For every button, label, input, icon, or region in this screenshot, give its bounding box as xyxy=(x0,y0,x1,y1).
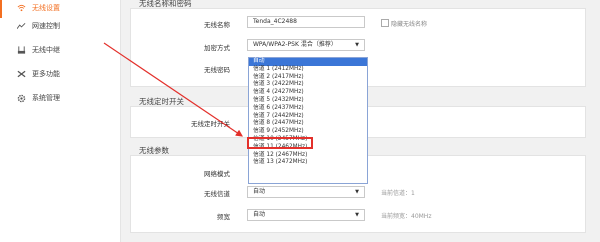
chevron-down-icon: ▼ xyxy=(355,189,359,195)
hide-ssid-label: 隐藏无线名称 xyxy=(391,21,428,28)
sidebar-item-more-features[interactable]: 更多功能 xyxy=(0,64,120,84)
encryption-select[interactable]: WPA/WPA2-PSK 混合（推荐） ▼ xyxy=(247,39,365,51)
timer-label: 无线定时开关 xyxy=(191,120,230,128)
tools-icon xyxy=(15,70,27,78)
current-bandwidth-hint: 当前频宽：40MHz xyxy=(381,213,432,220)
channel-option[interactable]: 信道 4 (2427MHz) xyxy=(249,89,367,97)
annotation-highlight-box xyxy=(247,137,313,149)
bandwidth-label: 频宽 xyxy=(217,213,230,221)
ssid-label: 无线名称 xyxy=(204,21,230,29)
password-label: 无线密码 xyxy=(204,66,230,74)
bandwidth-value: 自动 xyxy=(253,211,266,218)
sidebar-item-label: 系统管理 xyxy=(32,94,60,102)
channel-option[interactable]: 信道 1 (2412MHz) xyxy=(249,66,367,74)
channel-option[interactable]: 信道 6 (2437MHz) xyxy=(249,105,367,113)
encryption-label: 加密方式 xyxy=(204,44,230,52)
channel-value: 自动 xyxy=(253,188,266,195)
wifi-icon xyxy=(15,4,27,12)
chevron-down-icon: ▼ xyxy=(355,212,359,218)
sidebar-item-speed-control[interactable]: 网速控制 xyxy=(0,16,120,36)
channel-dropdown-list: 自动 信道 1 (2412MHz) 信道 2 (2417MHz) 信道 3 (2… xyxy=(248,57,368,184)
sidebar-item-label: 网速控制 xyxy=(32,22,60,30)
sidebar-item-label: 无线设置 xyxy=(32,4,60,12)
antenna-icon xyxy=(15,46,27,54)
channel-option[interactable]: 信道 5 (2432MHz) xyxy=(249,97,367,105)
ssid-input[interactable]: Tenda_4C2488 xyxy=(247,16,365,28)
sidebar-item-system-management[interactable]: 系统管理 xyxy=(0,88,120,108)
sidebar-item-label: 无线中继 xyxy=(32,46,60,54)
chevron-down-icon: ▼ xyxy=(355,42,359,48)
network-mode-label: 网络模式 xyxy=(204,170,230,178)
current-channel-hint: 当前信道：1 xyxy=(381,190,415,197)
channel-option[interactable]: 信道 13 (2472MHz) xyxy=(249,159,367,167)
channel-option[interactable]: 信道 9 (2452MHz) xyxy=(249,128,367,136)
speed-icon xyxy=(15,22,27,30)
gear-icon xyxy=(15,94,27,103)
bandwidth-select[interactable]: 自动 ▼ xyxy=(247,209,365,221)
sidebar-item-label: 更多功能 xyxy=(32,70,60,78)
sidebar-item-repeater[interactable]: 无线中继 xyxy=(0,40,120,60)
sidebar: 无线设置 网速控制 无线中继 更多功能 系统管理 xyxy=(0,0,121,242)
channel-label: 无线信道 xyxy=(204,190,230,198)
hide-ssid-checkbox[interactable] xyxy=(381,19,389,27)
channel-option[interactable]: 自动 xyxy=(249,58,367,66)
encryption-value: WPA/WPA2-PSK 混合（推荐） xyxy=(253,41,337,48)
channel-option[interactable]: 信道 8 (2447MHz) xyxy=(249,120,367,128)
channel-select[interactable]: 自动 ▼ xyxy=(247,186,365,198)
